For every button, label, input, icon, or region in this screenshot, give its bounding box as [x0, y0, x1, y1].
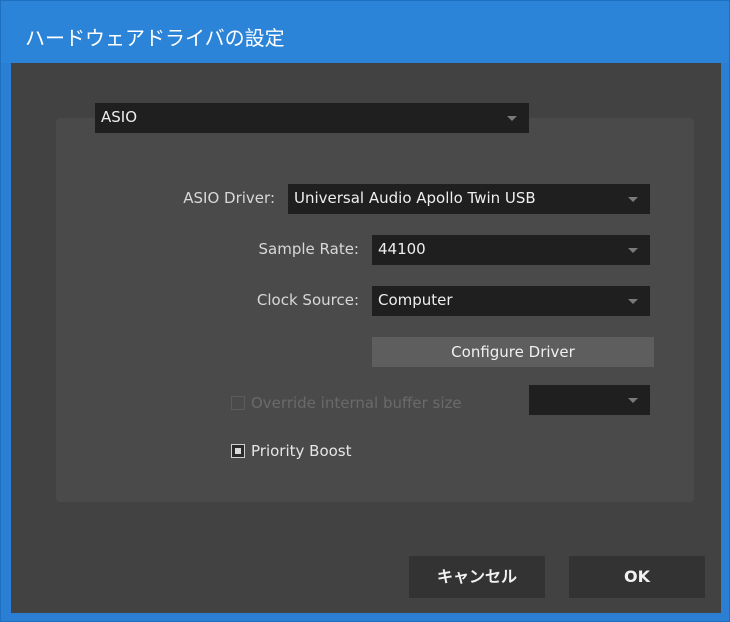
chevron-down-icon	[507, 116, 517, 121]
sample-rate-dropdown[interactable]: 44100	[372, 235, 650, 265]
override-buffer-label: Override internal buffer size	[251, 394, 462, 412]
dialog-title: ハードウェアドライバの設定	[25, 26, 285, 50]
priority-boost-label: Priority Boost	[251, 442, 352, 460]
dialog-body: ASIO ASIO ASIO Driver: Universal Audio A…	[11, 63, 721, 613]
asio-driver-value: Universal Audio Apollo Twin USB	[294, 189, 536, 207]
chevron-down-icon	[628, 197, 638, 202]
clock-source-dropdown[interactable]: Computer	[372, 286, 650, 316]
chevron-down-icon	[628, 398, 638, 403]
asio-driver-label: ASIO Driver:	[183, 189, 275, 207]
override-buffer-checkbox[interactable]	[231, 396, 245, 410]
checkbox-fill-icon	[235, 448, 241, 454]
ok-button[interactable]: OK	[569, 556, 705, 598]
driver-type-dropdown-overlay[interactable]: ASIO	[95, 103, 529, 133]
driver-type-value-overlay: ASIO	[101, 108, 138, 126]
chevron-down-icon	[628, 299, 638, 304]
cancel-button[interactable]: キャンセル	[409, 556, 545, 598]
buffer-size-dropdown[interactable]	[529, 385, 650, 415]
sample-rate-value: 44100	[378, 240, 426, 258]
title-bar[interactable]: ハードウェアドライバの設定	[1, 1, 729, 63]
clock-source-value: Computer	[378, 291, 453, 309]
hardware-driver-settings-dialog: ハードウェアドライバの設定 ASIO ASIO ASIO Driver: Uni…	[0, 0, 730, 622]
sample-rate-label: Sample Rate:	[258, 240, 359, 258]
clock-source-label: Clock Source:	[256, 291, 359, 309]
priority-boost-checkbox[interactable]	[231, 444, 245, 458]
configure-driver-button[interactable]: Configure Driver	[372, 337, 654, 367]
chevron-down-icon	[628, 248, 638, 253]
asio-driver-dropdown[interactable]: Universal Audio Apollo Twin USB	[288, 184, 650, 214]
